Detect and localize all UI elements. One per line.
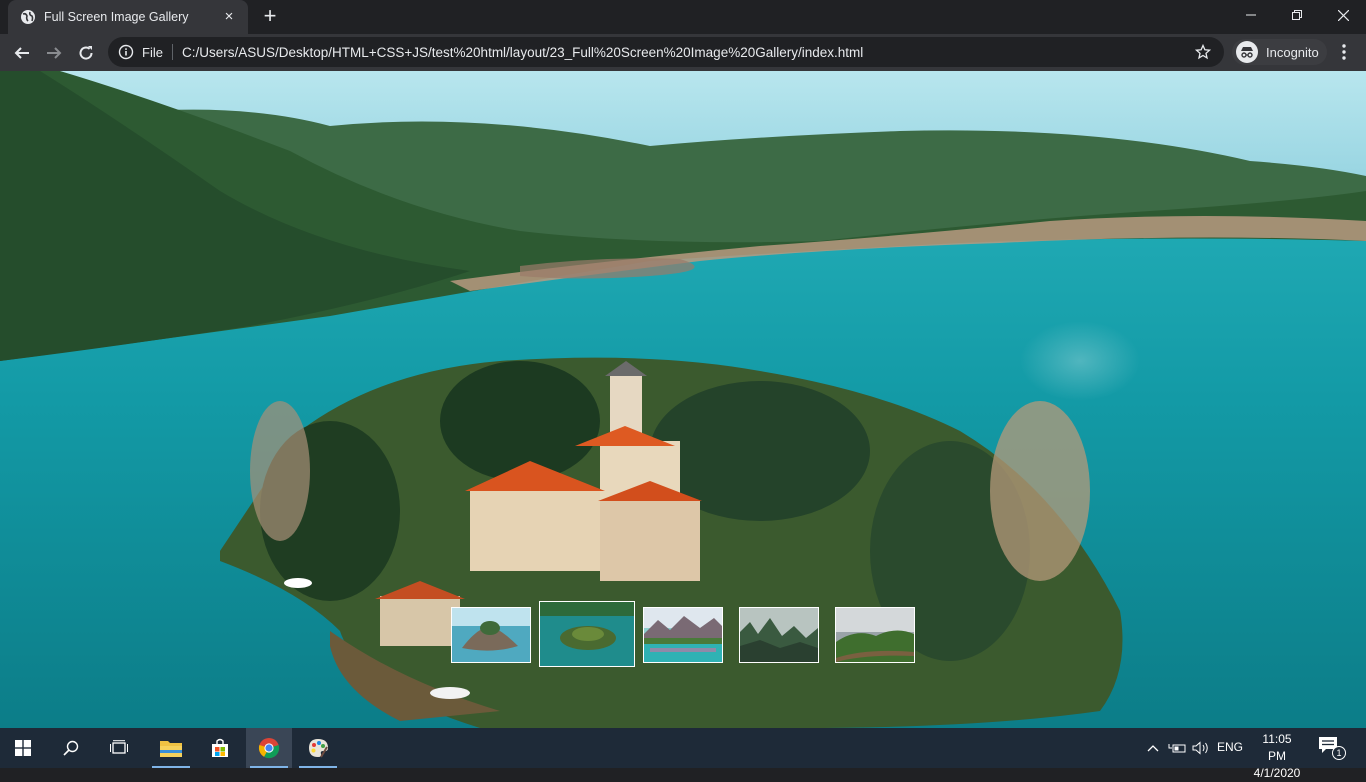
battery-power-icon[interactable] bbox=[1168, 739, 1186, 757]
browser-toolbar: File C:/Users/ASUS/Desktop/HTML+CSS+JS/t… bbox=[0, 34, 1366, 71]
globe-icon bbox=[20, 9, 36, 25]
incognito-button[interactable]: Incognito bbox=[1232, 39, 1327, 65]
search-icon[interactable] bbox=[48, 728, 94, 768]
url-text[interactable]: C:/Users/ASUS/Desktop/HTML+CSS+JS/test%2… bbox=[182, 45, 1188, 60]
thumbnail-cloudy-valley-road[interactable] bbox=[835, 607, 915, 663]
back-arrow-icon bbox=[14, 47, 29, 59]
show-hidden-icons-chevron-icon[interactable] bbox=[1144, 739, 1162, 757]
incognito-label: Incognito bbox=[1266, 44, 1319, 60]
chrome-icon[interactable] bbox=[246, 728, 292, 768]
forward-arrow-icon bbox=[47, 47, 62, 59]
browser-tab[interactable]: Full Screen Image Gallery × bbox=[8, 0, 248, 34]
info-icon[interactable] bbox=[118, 44, 134, 60]
clock-time: 11:05 PM bbox=[1262, 732, 1292, 763]
thumbnail-green-lake-island[interactable] bbox=[539, 601, 635, 667]
restore-button[interactable] bbox=[1274, 0, 1320, 30]
scheme-label: File bbox=[142, 44, 163, 60]
address-divider bbox=[171, 44, 173, 60]
bookmark-star-icon[interactable] bbox=[1188, 44, 1218, 60]
new-tab-button[interactable]: + bbox=[258, 5, 282, 29]
close-window-button[interactable] bbox=[1320, 0, 1366, 30]
thumbnail-strip bbox=[0, 601, 1366, 667]
forward-button[interactable] bbox=[40, 39, 68, 67]
address-bar[interactable]: File C:/Users/ASUS/Desktop/HTML+CSS+JS/t… bbox=[108, 37, 1224, 67]
system-clock[interactable]: 11:05 PM 4/1/2020 bbox=[1252, 731, 1302, 782]
more-menu-icon[interactable] bbox=[1332, 38, 1356, 66]
thumbnail-misty-forest[interactable] bbox=[739, 607, 819, 663]
task-view-icon[interactable] bbox=[96, 728, 142, 768]
store-icon[interactable] bbox=[197, 728, 243, 768]
reload-icon bbox=[79, 46, 93, 60]
paint-icon[interactable] bbox=[295, 728, 341, 768]
volume-icon[interactable] bbox=[1192, 739, 1210, 757]
tab-close-icon[interactable]: × bbox=[220, 8, 238, 26]
input-language[interactable]: ENG bbox=[1217, 740, 1243, 754]
minimize-button[interactable] bbox=[1228, 0, 1274, 30]
back-button[interactable] bbox=[8, 39, 36, 67]
notification-count-badge: 1 bbox=[1332, 746, 1346, 760]
thumbnail-mountain-lake-reflection[interactable] bbox=[643, 607, 723, 663]
file-explorer-icon[interactable] bbox=[148, 728, 194, 768]
tab-title: Full Screen Image Gallery bbox=[44, 10, 189, 24]
reload-button[interactable] bbox=[72, 39, 100, 67]
page-viewport bbox=[0, 71, 1366, 728]
windows-taskbar: ENG 11:05 PM 4/1/2020 1 bbox=[0, 728, 1366, 780]
tab-strip: Full Screen Image Gallery × + bbox=[0, 0, 1366, 34]
thumbnail-rock-island[interactable] bbox=[451, 607, 531, 663]
incognito-icon bbox=[1236, 41, 1258, 63]
action-center-button[interactable]: 1 bbox=[1318, 736, 1348, 762]
start-icon[interactable] bbox=[0, 728, 46, 768]
